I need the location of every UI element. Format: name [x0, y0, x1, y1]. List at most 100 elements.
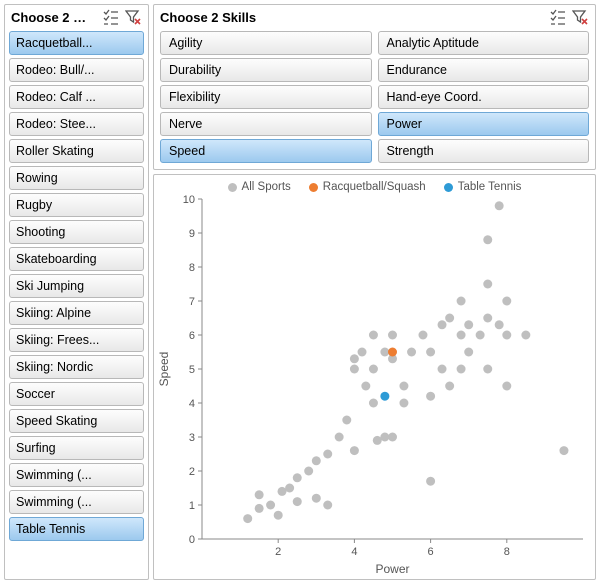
data-point: [476, 331, 485, 340]
data-point: [342, 416, 351, 425]
data-point: [502, 382, 511, 391]
data-point: [502, 297, 511, 306]
legend-item: All Sports: [228, 181, 291, 193]
data-point: [361, 382, 370, 391]
data-point: [323, 501, 332, 510]
list-item[interactable]: Swimming (...: [9, 490, 144, 514]
svg-text:2: 2: [189, 466, 195, 478]
chart-panel: All SportsRacquetball/SquashTable Tennis…: [153, 174, 596, 580]
svg-text:Power: Power: [375, 562, 409, 576]
data-point: [457, 331, 466, 340]
list-item[interactable]: Skiing: Nordic: [9, 355, 144, 379]
data-point: [312, 456, 321, 465]
svg-text:8: 8: [189, 262, 195, 274]
list-item[interactable]: Speed Skating: [9, 409, 144, 433]
skill-item[interactable]: Durability: [160, 58, 372, 82]
skill-item[interactable]: Speed: [160, 139, 372, 163]
data-point: [426, 392, 435, 401]
svg-text:4: 4: [189, 398, 195, 410]
sports-panel: Choose 2 … Racquetball... Rodeo: Bull/...…: [4, 4, 149, 580]
skills-panel-header: Choose 2 Skills: [154, 5, 595, 29]
list-item[interactable]: Skiing: Frees...: [9, 328, 144, 352]
svg-text:5: 5: [189, 364, 195, 376]
sports-list[interactable]: Racquetball... Rodeo: Bull/... Rodeo: Calf…: [5, 29, 148, 579]
data-point: [426, 348, 435, 357]
legend-label: Racquetball/Squash: [323, 181, 426, 193]
list-item[interactable]: Rodeo: Calf ...: [9, 85, 144, 109]
right-column: Choose 2 Skills AgilityAnalytic Aptitude…: [153, 4, 596, 580]
skill-item[interactable]: Hand-eye Coord.: [378, 85, 590, 109]
data-point: [521, 331, 530, 340]
list-item[interactable]: Rowing: [9, 166, 144, 190]
skill-item[interactable]: Nerve: [160, 112, 372, 136]
svg-text:2: 2: [275, 546, 281, 558]
data-point: [369, 399, 378, 408]
data-point: [495, 201, 504, 210]
sports-panel-title: Choose 2 …: [11, 10, 98, 25]
multi-select-icon[interactable]: [102, 8, 120, 26]
list-item[interactable]: Shooting: [9, 220, 144, 244]
skill-item[interactable]: Endurance: [378, 58, 590, 82]
legend-swatch: [228, 183, 237, 192]
data-point: [483, 365, 492, 374]
list-item[interactable]: Surfing: [9, 436, 144, 460]
legend-item: Racquetball/Squash: [309, 181, 426, 193]
svg-text:10: 10: [183, 195, 195, 206]
data-point: [335, 433, 344, 442]
data-point: [358, 348, 367, 357]
data-point: [350, 354, 359, 363]
list-item[interactable]: Soccer: [9, 382, 144, 406]
data-point: [483, 280, 492, 289]
skills-grid: AgilityAnalytic AptitudeDurabilityEndura…: [154, 29, 595, 169]
list-item[interactable]: Rodeo: Stee...: [9, 112, 144, 136]
legend-swatch: [444, 183, 453, 192]
data-point: [438, 320, 447, 329]
data-point: [350, 365, 359, 374]
list-item[interactable]: Rodeo: Bull/...: [9, 58, 144, 82]
list-item[interactable]: Racquetball...: [9, 31, 144, 55]
skill-item[interactable]: Power: [378, 112, 590, 136]
svg-text:6: 6: [189, 330, 195, 342]
list-item[interactable]: Rugby: [9, 193, 144, 217]
svg-text:Speed: Speed: [157, 352, 171, 387]
skill-item[interactable]: Strength: [378, 139, 590, 163]
chart-legend: All SportsRacquetball/SquashTable Tennis: [154, 175, 595, 195]
data-point: [243, 514, 252, 523]
clear-filter-icon[interactable]: [571, 8, 589, 26]
skill-item[interactable]: Analytic Aptitude: [378, 31, 590, 55]
list-item[interactable]: Ski Jumping: [9, 274, 144, 298]
data-point: [285, 484, 294, 493]
skill-item[interactable]: Agility: [160, 31, 372, 55]
data-point: [274, 511, 283, 520]
list-item[interactable]: Table Tennis: [9, 517, 144, 541]
list-item[interactable]: Swimming (...: [9, 463, 144, 487]
data-point: [502, 331, 511, 340]
data-point: [399, 382, 408, 391]
list-item[interactable]: Skateboarding: [9, 247, 144, 271]
data-point: [426, 477, 435, 486]
data-point: [407, 348, 416, 357]
legend-swatch: [309, 183, 318, 192]
data-point: [266, 501, 275, 510]
data-point: [483, 314, 492, 323]
clear-filter-icon[interactable]: [124, 8, 142, 26]
data-point: [323, 450, 332, 459]
data-point: [559, 446, 568, 455]
data-point: [369, 365, 378, 374]
data-point: [388, 331, 397, 340]
data-point: [445, 382, 454, 391]
data-point: [418, 331, 427, 340]
svg-text:7: 7: [189, 296, 195, 308]
data-point: [312, 494, 321, 503]
skill-item[interactable]: Flexibility: [160, 85, 372, 109]
data-point: [293, 497, 302, 506]
data-point: [457, 297, 466, 306]
data-point: [399, 399, 408, 408]
multi-select-icon[interactable]: [549, 8, 567, 26]
data-point: [388, 348, 397, 357]
list-item[interactable]: Roller Skating: [9, 139, 144, 163]
list-item[interactable]: Skiing: Alpine: [9, 301, 144, 325]
scatter-chart: 0123456789102468PowerSpeed: [154, 195, 595, 579]
legend-label: All Sports: [242, 181, 291, 193]
svg-text:8: 8: [504, 546, 510, 558]
